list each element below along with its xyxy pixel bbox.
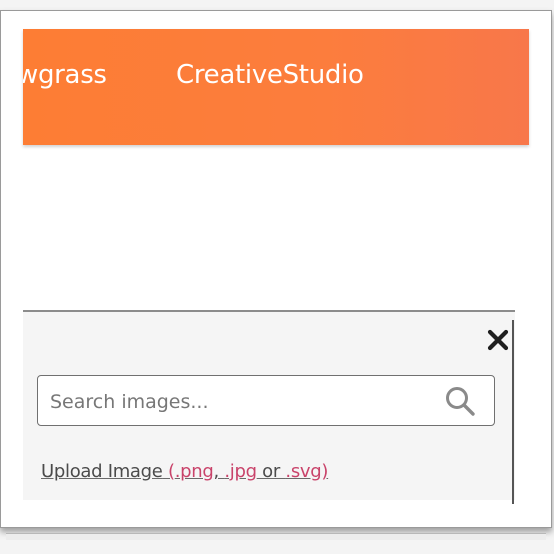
upload-ext-jpg: .jpg [224, 461, 257, 482]
search-icon[interactable] [443, 384, 477, 418]
nav-item-creativestudio[interactable]: CreativeStudio [176, 60, 364, 90]
header-bar: wgrass CreativeStudio [23, 29, 529, 145]
search-box [37, 375, 495, 426]
upload-label: Upload Image [41, 461, 163, 482]
panel-divider [512, 320, 514, 504]
upload-paren-close: ) [321, 461, 329, 482]
window-bottom-edge [6, 533, 546, 540]
upload-image-link[interactable]: Upload Image (.png, .jpg or .svg) [41, 461, 328, 482]
upload-sep-2: or [256, 461, 286, 482]
close-button[interactable] [484, 326, 512, 354]
nav-item-wgrass[interactable]: wgrass [23, 60, 107, 90]
upload-ext-png: .png [174, 461, 214, 482]
close-icon [487, 329, 509, 351]
upload-sep-1: , [213, 461, 225, 482]
upload-paren-open: ( [168, 461, 175, 482]
upload-ext-svg: .svg [285, 461, 322, 482]
screenshot-stage: wgrass CreativeStudio Upload Image (.png… [0, 0, 554, 554]
search-input[interactable] [48, 382, 432, 422]
